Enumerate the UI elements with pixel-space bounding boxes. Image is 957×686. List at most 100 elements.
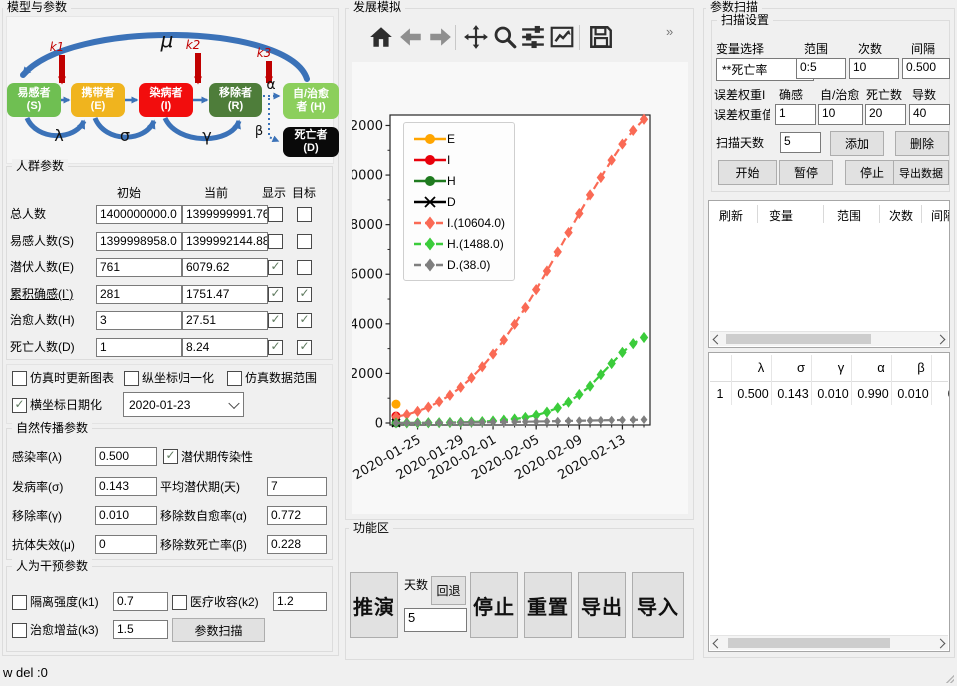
subplots-icon[interactable]	[520, 24, 546, 50]
scroll-thumb[interactable]	[726, 334, 871, 344]
back-icon[interactable]	[398, 24, 424, 50]
home-icon[interactable]	[368, 24, 394, 50]
undo-button[interactable]: 回退	[431, 576, 466, 605]
range-input[interactable]: 0:5	[796, 58, 846, 79]
weight2-input[interactable]: 10	[818, 104, 863, 125]
infection-rate-input[interactable]: 0.500	[95, 447, 157, 466]
node-label: 移除者	[219, 87, 252, 100]
incubation-input[interactable]: 7	[267, 477, 327, 496]
pan-icon[interactable]	[463, 24, 489, 50]
population-target-checkbox[interactable]	[297, 340, 312, 355]
onset-rate-input[interactable]: 0.143	[95, 477, 157, 496]
sim-range-checkbox[interactable]	[227, 371, 242, 386]
population-target-checkbox[interactable]	[297, 313, 312, 328]
k2-checkbox[interactable]	[172, 595, 187, 610]
scroll-thumb[interactable]	[728, 638, 890, 648]
population-show-checkbox[interactable]	[268, 260, 283, 275]
axes-config-icon[interactable]	[549, 24, 575, 50]
population-target-checkbox[interactable]	[297, 207, 312, 222]
k3-checkbox[interactable]	[12, 623, 27, 638]
population-current-input[interactable]: 27.51	[182, 311, 268, 330]
population-current-input[interactable]: 6079.62	[182, 258, 268, 277]
population-current-input[interactable]: 1399992144.88	[182, 232, 268, 251]
delete-button[interactable]: 删除	[895, 131, 949, 156]
population-target-checkbox[interactable]	[297, 287, 312, 302]
latent-infectious-checkbox[interactable]	[163, 449, 178, 464]
population-show-checkbox[interactable]	[268, 287, 283, 302]
selfheal-rate-input[interactable]: 0.772	[267, 506, 327, 525]
weight4-input[interactable]: 40	[909, 104, 950, 125]
toolbar-overflow-icon[interactable]: »	[666, 24, 673, 39]
times-input[interactable]: 10	[849, 58, 899, 79]
export-button[interactable]: 导出	[578, 572, 626, 638]
scroll-left-icon[interactable]	[713, 639, 723, 649]
weight3-input[interactable]: 20	[865, 104, 906, 125]
svg-text:0: 0	[375, 417, 383, 432]
population-show-checkbox[interactable]	[268, 340, 283, 355]
scan-stop-button[interactable]: 停止	[845, 160, 899, 185]
import-button[interactable]: 导入	[632, 572, 684, 638]
chart-canvas[interactable]: 0200040006000800010000120002020-01-25202…	[352, 62, 688, 514]
k2-input[interactable]: 1.2	[273, 592, 327, 611]
population-show-checkbox[interactable]	[268, 313, 283, 328]
population-initial-input[interactable]: 761	[96, 258, 182, 277]
save-icon[interactable]	[588, 24, 614, 50]
days-input[interactable]: 5	[404, 608, 467, 632]
param-scan-button[interactable]: 参数扫描	[172, 618, 265, 642]
zoom-icon	[492, 24, 518, 50]
date-axis-label: 横坐标日期化	[30, 398, 102, 413]
reset-button[interactable]: 重置	[524, 572, 572, 638]
normalize-y-checkbox[interactable]	[124, 371, 139, 386]
result-table-hscrollbar[interactable]	[710, 635, 948, 650]
population-show-checkbox[interactable]	[268, 207, 283, 222]
population-current-input[interactable]: 8.24	[182, 338, 268, 357]
population-current-input[interactable]: 1399999991.76	[182, 205, 268, 224]
refresh-header[interactable]: 刷新	[719, 207, 743, 224]
pause-button[interactable]: 暂停	[779, 160, 833, 185]
scroll-right-icon[interactable]	[936, 335, 946, 345]
population-target-checkbox[interactable]	[297, 260, 312, 275]
k1-input[interactable]: 0.7	[113, 592, 168, 611]
svg-text:λ: λ	[54, 126, 63, 145]
removal-rate-input[interactable]: 0.010	[95, 506, 157, 525]
svg-text:k2: k2	[186, 38, 201, 52]
zoom-icon[interactable]	[492, 24, 518, 50]
k1-checkbox[interactable]	[12, 595, 27, 610]
node-label: (E)	[91, 100, 106, 113]
start-button[interactable]: 开始	[718, 160, 777, 185]
population-target-checkbox[interactable]	[297, 234, 312, 249]
result-table[interactable]: λσγαβ10.5000.1430.0100.9900.0100.	[708, 352, 950, 652]
population-header: 目标	[292, 186, 316, 201]
population-row-label: 死亡人数(D)	[10, 340, 75, 355]
population-show-checkbox[interactable]	[268, 234, 283, 249]
export-data-button[interactable]: 导出数据	[893, 160, 949, 185]
interval-input[interactable]: 0.500	[902, 58, 950, 79]
population-initial-input[interactable]: 1399998958.0	[96, 232, 182, 251]
population-initial-input[interactable]: 281	[96, 285, 182, 304]
run-button[interactable]: 推演	[350, 572, 398, 638]
update-chart-checkbox[interactable]	[12, 371, 27, 386]
add-button[interactable]: 添加	[830, 131, 884, 156]
date-axis-checkbox[interactable]	[12, 398, 27, 413]
scroll-right-icon[interactable]	[936, 639, 946, 649]
removal-death-input[interactable]: 0.228	[267, 535, 327, 554]
scroll-left-icon[interactable]	[713, 335, 723, 345]
forward-icon[interactable]	[427, 24, 453, 50]
resize-grip[interactable]	[946, 675, 954, 683]
weight1-input[interactable]: 1	[775, 104, 816, 125]
k3-input[interactable]: 1.5	[113, 620, 168, 639]
population-current-input[interactable]: 1751.47	[182, 285, 268, 304]
scan-table-hscrollbar[interactable]	[710, 331, 948, 346]
population-initial-input[interactable]: 3	[96, 311, 182, 330]
population-initial-input[interactable]: 1	[96, 338, 182, 357]
stop-button[interactable]: 停止	[470, 572, 518, 638]
population-header: 当前	[204, 186, 228, 201]
population-initial-input[interactable]: 1400000000.0	[96, 205, 182, 224]
scan-days-input[interactable]: 5	[780, 132, 821, 153]
node-label: (R)	[228, 100, 243, 113]
start-date-select[interactable]: 2020-01-23	[123, 392, 244, 417]
antibody-input[interactable]: 0	[95, 535, 157, 554]
result-cell: 0.010	[815, 387, 851, 401]
param-scan-title: 参数扫描	[706, 0, 762, 14]
scan-table[interactable]: 刷新变量范围次数间隔	[708, 200, 950, 348]
